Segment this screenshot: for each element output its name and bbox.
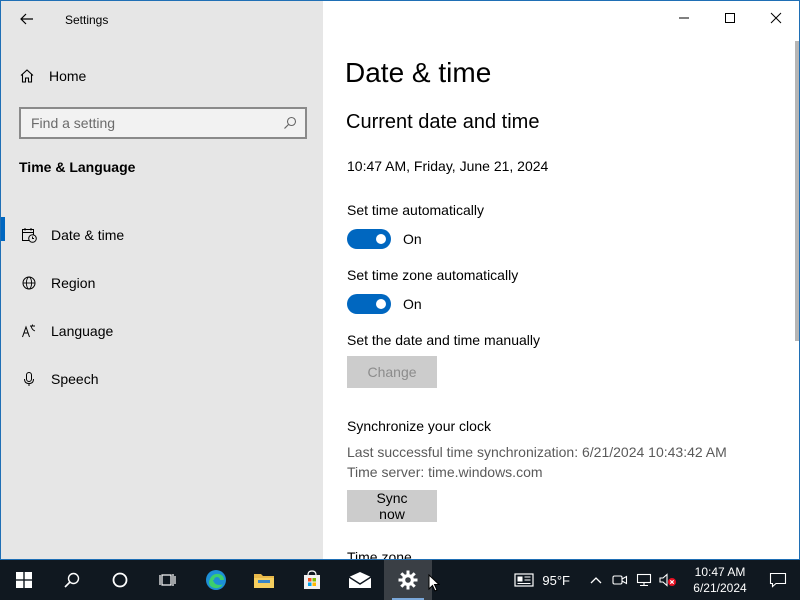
- settings-window: Settings Home Time & Language: [0, 0, 800, 560]
- close-button[interactable]: [753, 1, 799, 35]
- app-title: Settings: [65, 13, 109, 27]
- minimize-icon: [679, 17, 689, 19]
- edge-icon: [206, 570, 226, 590]
- set-timezone-auto-toggle[interactable]: On: [347, 294, 422, 314]
- speaker-muted-icon: [659, 573, 676, 587]
- search-box[interactable]: [19, 107, 307, 139]
- toggle-knob: [376, 234, 386, 244]
- taskbar-search-button[interactable]: [48, 560, 96, 600]
- home-label: Home: [49, 68, 87, 84]
- store-button[interactable]: [288, 560, 336, 600]
- manual-datetime-label: Set the date and time manually: [347, 332, 541, 348]
- sidebar-item-date-time[interactable]: Date & time: [1, 211, 323, 259]
- volume-button[interactable]: [656, 560, 680, 600]
- file-explorer-button[interactable]: [240, 560, 288, 600]
- sidebar-nav: Date & time Region Language Speech: [1, 211, 323, 403]
- minimize-button[interactable]: [661, 1, 707, 35]
- current-datetime: 10:47 AM, Friday, June 21, 2024: [347, 158, 549, 174]
- store-bag-icon: [304, 570, 320, 589]
- notification-icon: [769, 572, 787, 588]
- sync-now-button[interactable]: Sync now: [347, 490, 437, 522]
- start-button[interactable]: [0, 560, 48, 600]
- language-icon: [21, 323, 37, 339]
- sidebar-item-language[interactable]: Language: [1, 307, 323, 355]
- show-hidden-icons-button[interactable]: [584, 560, 608, 600]
- toggle-switch[interactable]: [347, 294, 391, 314]
- sidebar-item-label: Language: [51, 323, 114, 339]
- back-button[interactable]: [15, 7, 39, 31]
- page-title: Date & time: [345, 57, 492, 88]
- window-controls: [661, 1, 799, 35]
- windows-logo-icon: [16, 572, 32, 588]
- main-content: Date & time Current date and time 10:47 …: [323, 1, 799, 560]
- mouse-cursor-icon: [428, 574, 440, 592]
- sidebar-item-label: Region: [51, 275, 96, 291]
- home-icon: [20, 69, 34, 83]
- sidebar: Settings Home Time & Language: [1, 1, 323, 559]
- chevron-up-icon: [590, 577, 602, 584]
- weather-temp: 95°F: [542, 572, 570, 588]
- mail-button[interactable]: [336, 560, 384, 600]
- camera-icon: [612, 575, 628, 585]
- sync-heading: Synchronize your clock: [347, 418, 491, 434]
- sidebar-item-label: Speech: [51, 371, 99, 387]
- network-button[interactable]: [632, 560, 656, 600]
- scrollbar[interactable]: [795, 41, 799, 341]
- weather-news-icon: [514, 573, 534, 587]
- back-arrow-icon: [20, 13, 33, 25]
- clock-date: 6/21/2024: [693, 581, 747, 595]
- change-button[interactable]: Change: [347, 356, 437, 388]
- folder-icon: [254, 574, 274, 588]
- taskbar-clock[interactable]: 10:47 AM 6/21/2024: [684, 564, 756, 596]
- edge-browser-button[interactable]: [192, 560, 240, 600]
- close-icon: [770, 12, 782, 24]
- sidebar-item-region[interactable]: Region: [1, 259, 323, 307]
- cortana-circle-icon: [112, 572, 128, 588]
- globe-icon: [21, 275, 37, 291]
- taskbar: 95°F 10:47 AM 6/21/2024: [0, 560, 800, 600]
- meet-now-button[interactable]: [608, 560, 632, 600]
- toggle-state: On: [403, 231, 422, 247]
- cortana-button[interactable]: [96, 560, 144, 600]
- maximize-button[interactable]: [707, 1, 753, 35]
- settings-taskbar-button[interactable]: [384, 560, 432, 600]
- system-tray: 95°F 10:47 AM 6/21/2024: [514, 560, 800, 600]
- action-center-button[interactable]: [756, 560, 800, 600]
- home-nav-item[interactable]: Home: [19, 65, 86, 87]
- sidebar-item-label: Date & time: [51, 227, 125, 243]
- gear-icon: [398, 570, 418, 590]
- toggle-knob: [376, 299, 386, 309]
- calendar-clock-icon: [21, 227, 37, 243]
- microphone-icon: [21, 371, 37, 387]
- last-sync-text: Last successful time synchronization: 6/…: [347, 444, 727, 460]
- set-timezone-auto-label: Set time zone automatically: [347, 267, 519, 283]
- toggle-switch[interactable]: [347, 229, 391, 249]
- task-view-icon: [159, 574, 176, 586]
- mail-icon: [348, 572, 372, 588]
- toggle-state: On: [403, 296, 422, 312]
- search-input[interactable]: [31, 115, 283, 131]
- network-icon: [636, 573, 652, 587]
- time-zone-heading: Time zone: [347, 549, 412, 560]
- section-title: Time & Language: [19, 159, 136, 175]
- weather-widget[interactable]: 95°F: [514, 572, 570, 588]
- search-icon: [64, 572, 80, 588]
- clock-time: 10:47 AM: [694, 565, 746, 579]
- set-time-auto-label: Set time automatically: [347, 202, 484, 218]
- set-time-auto-toggle[interactable]: On: [347, 229, 422, 249]
- maximize-icon: [725, 13, 735, 23]
- time-server-text: Time server: time.windows.com: [347, 464, 543, 480]
- sidebar-item-speech[interactable]: Speech: [1, 355, 323, 403]
- task-view-button[interactable]: [144, 560, 192, 600]
- section-heading-current: Current date and time: [346, 111, 540, 133]
- search-icon[interactable]: [283, 116, 297, 130]
